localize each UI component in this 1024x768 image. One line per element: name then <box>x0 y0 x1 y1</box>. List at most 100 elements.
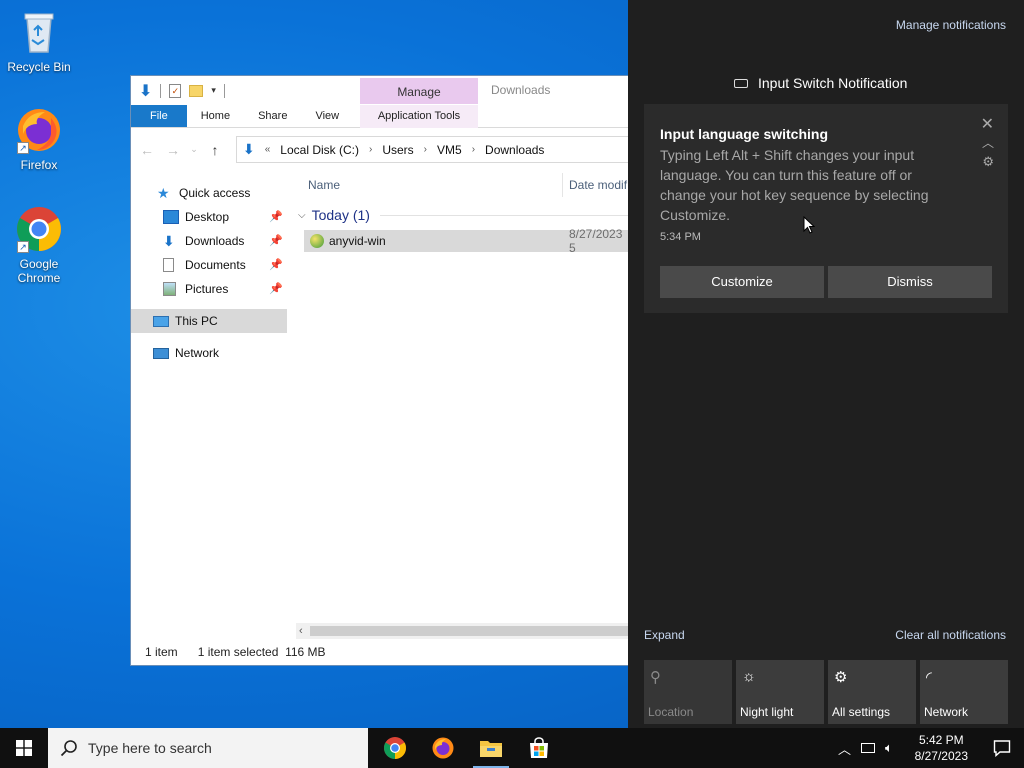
network-icon <box>153 347 169 359</box>
window-title: Downloads <box>491 83 551 97</box>
desktop-icon-label: Recycle Bin <box>7 60 71 74</box>
start-button[interactable] <box>0 728 48 768</box>
back-arrow-icon[interactable]: ← <box>137 142 157 158</box>
chrome-icon <box>384 737 406 759</box>
chevron-right-icon[interactable]: › <box>472 144 475 155</box>
nav-desktop[interactable]: Desktop 📌 <box>131 205 287 229</box>
up-arrow-icon[interactable]: ↑ <box>205 142 225 158</box>
clear-all-notifications-link[interactable]: Clear all notifications <box>895 628 1006 642</box>
scrollbar-thumb[interactable] <box>310 626 628 636</box>
item-count: 1 item <box>145 645 178 659</box>
properties-icon[interactable]: ✓ <box>169 83 182 98</box>
windows-logo-icon <box>16 740 32 756</box>
nav-network[interactable]: Network <box>131 341 287 365</box>
close-icon[interactable]: ✕ <box>981 114 994 134</box>
column-divider[interactable] <box>562 173 563 197</box>
horizontal-scrollbar[interactable]: ‹ <box>296 623 628 639</box>
breadcrumb-users[interactable]: Users <box>382 143 413 157</box>
quick-action-network[interactable]: ◜ Network <box>920 660 1008 724</box>
firefox-icon: ↗ <box>15 106 63 154</box>
firefox-icon <box>432 737 454 759</box>
desktop-icon-chrome[interactable]: ↗ Google Chrome <box>4 205 74 285</box>
recent-locations-icon[interactable]: ⌄ <box>189 144 199 155</box>
toolbar-separator <box>160 83 162 98</box>
taskbar-file-explorer[interactable] <box>467 728 515 768</box>
quick-action-location[interactable]: ⚲ Location <box>644 660 732 724</box>
toast-body: Typing Left Alt + Shift changes your inp… <box>660 147 929 223</box>
download-arrow-icon: ⬇ <box>139 82 153 100</box>
chevron-down-icon[interactable]: ⌵ <box>298 210 306 221</box>
scroll-left-icon[interactable]: ‹ <box>299 623 303 639</box>
forward-arrow-icon[interactable]: → <box>163 142 183 158</box>
quick-action-label: Location <box>648 705 694 719</box>
chevron-up-icon[interactable]: ︿ <box>982 134 994 151</box>
tab-application-tools[interactable]: Application Tools <box>360 105 478 128</box>
quick-action-night-light[interactable]: ☼ Night light <box>736 660 824 724</box>
chevron-right-icon[interactable]: › <box>424 144 427 155</box>
column-date-modified[interactable]: Date modif <box>569 178 627 192</box>
toast-time: 5:34 PM <box>660 231 701 243</box>
show-hidden-icons-chevron-icon[interactable]: ︿ <box>838 739 851 758</box>
breadcrumb-local-disk[interactable]: Local Disk (C:) <box>280 143 359 157</box>
table-row[interactable]: anyvid-win 8/27/2023 5 <box>304 227 628 255</box>
breadcrumb-downloads[interactable]: Downloads <box>485 143 544 157</box>
expand-link[interactable]: Expand <box>644 628 685 642</box>
downloads-icon: ⬇ <box>163 233 175 249</box>
downloads-folder-icon: ⬇ <box>243 141 255 157</box>
pin-icon[interactable]: 📌 <box>269 205 283 229</box>
file-date: 8/27/2023 5 <box>569 227 623 255</box>
manage-notifications-link[interactable]: Manage notifications <box>896 18 1006 32</box>
taskbar-clock[interactable]: 5:42 PM 8/27/2023 <box>915 732 968 764</box>
tab-home[interactable]: Home <box>187 105 244 127</box>
pin-icon[interactable]: 📌 <box>269 253 283 277</box>
tab-share[interactable]: Share <box>244 105 301 127</box>
volume-icon[interactable]: 🔈︎ <box>885 740 893 756</box>
gear-icon[interactable]: ⚙ <box>982 154 994 170</box>
nav-pictures[interactable]: Pictures 📌 <box>131 277 287 301</box>
clock-time: 5:42 PM <box>918 733 964 747</box>
taskbar-chrome[interactable] <box>371 728 419 768</box>
desktop-icon-firefox[interactable]: ↗ Firefox <box>4 106 74 172</box>
network-wired-icon[interactable] <box>861 743 876 753</box>
taskbar-microsoft-store[interactable] <box>515 728 563 768</box>
pin-icon[interactable]: 📌 <box>269 277 283 301</box>
nav-documents[interactable]: Documents 📌 <box>131 253 287 277</box>
breadcrumb-vm5[interactable]: VM5 <box>437 143 462 157</box>
chevron-right-icon[interactable]: › <box>369 144 372 155</box>
nav-label: Desktop <box>185 210 230 224</box>
column-name[interactable]: Name <box>308 178 340 192</box>
action-center-button[interactable] <box>980 728 1024 768</box>
customize-toolbar-icon[interactable]: ▾ <box>211 85 216 96</box>
column-headers: Name Date modif <box>296 171 628 198</box>
notification-app-name: Input Switch Notification <box>758 75 908 91</box>
new-folder-icon[interactable] <box>189 84 204 97</box>
notification-speech-bubble-icon <box>993 740 1011 757</box>
pin-icon[interactable]: 📌 <box>269 229 283 253</box>
quick-action-label: All settings <box>832 705 891 719</box>
dismiss-button[interactable]: Dismiss <box>828 266 992 298</box>
notification-toast[interactable]: Input language switching Typing Left Alt… <box>644 104 1008 313</box>
toolbar-separator <box>223 83 225 98</box>
nav-downloads[interactable]: ⬇ Downloads 📌 <box>131 229 287 253</box>
action-center: Manage notifications Input Switch Notifi… <box>628 0 1024 728</box>
taskbar-search-box[interactable]: Type here to search <box>48 728 368 768</box>
taskbar-firefox[interactable] <box>419 728 467 768</box>
customize-button[interactable]: Customize <box>660 266 824 298</box>
quick-action-label: Night light <box>740 705 794 719</box>
manage-context-tab[interactable]: Manage <box>360 78 478 104</box>
clock-date: 8/27/2023 <box>914 749 968 763</box>
tab-view[interactable]: View <box>301 105 353 127</box>
nav-quick-access[interactable]: ★ Quick access <box>131 181 287 205</box>
group-header-today[interactable]: ⌵ Today (1) <box>296 205 628 225</box>
location-icon: ⚲ <box>650 669 661 686</box>
search-icon <box>60 740 77 757</box>
desktop-icon-recycle-bin[interactable]: Recycle Bin <box>4 8 74 74</box>
quick-action-all-settings[interactable]: ⚙ All settings <box>828 660 916 724</box>
navigation-pane: ★ Quick access Desktop 📌 ⬇ Downloads 📌 D… <box>131 181 287 639</box>
nav-this-pc[interactable]: This PC <box>131 309 287 333</box>
installer-icon <box>310 234 324 248</box>
file-explorer-window[interactable]: ⬇ ✓ ▾ Manage Downloads File Home Share V… <box>130 75 628 666</box>
address-bar[interactable]: ⬇ « Local Disk (C:) › Users › VM5 › Down… <box>236 136 628 163</box>
breadcrumb-overflow[interactable]: « <box>265 144 271 155</box>
tab-file[interactable]: File <box>131 105 187 127</box>
